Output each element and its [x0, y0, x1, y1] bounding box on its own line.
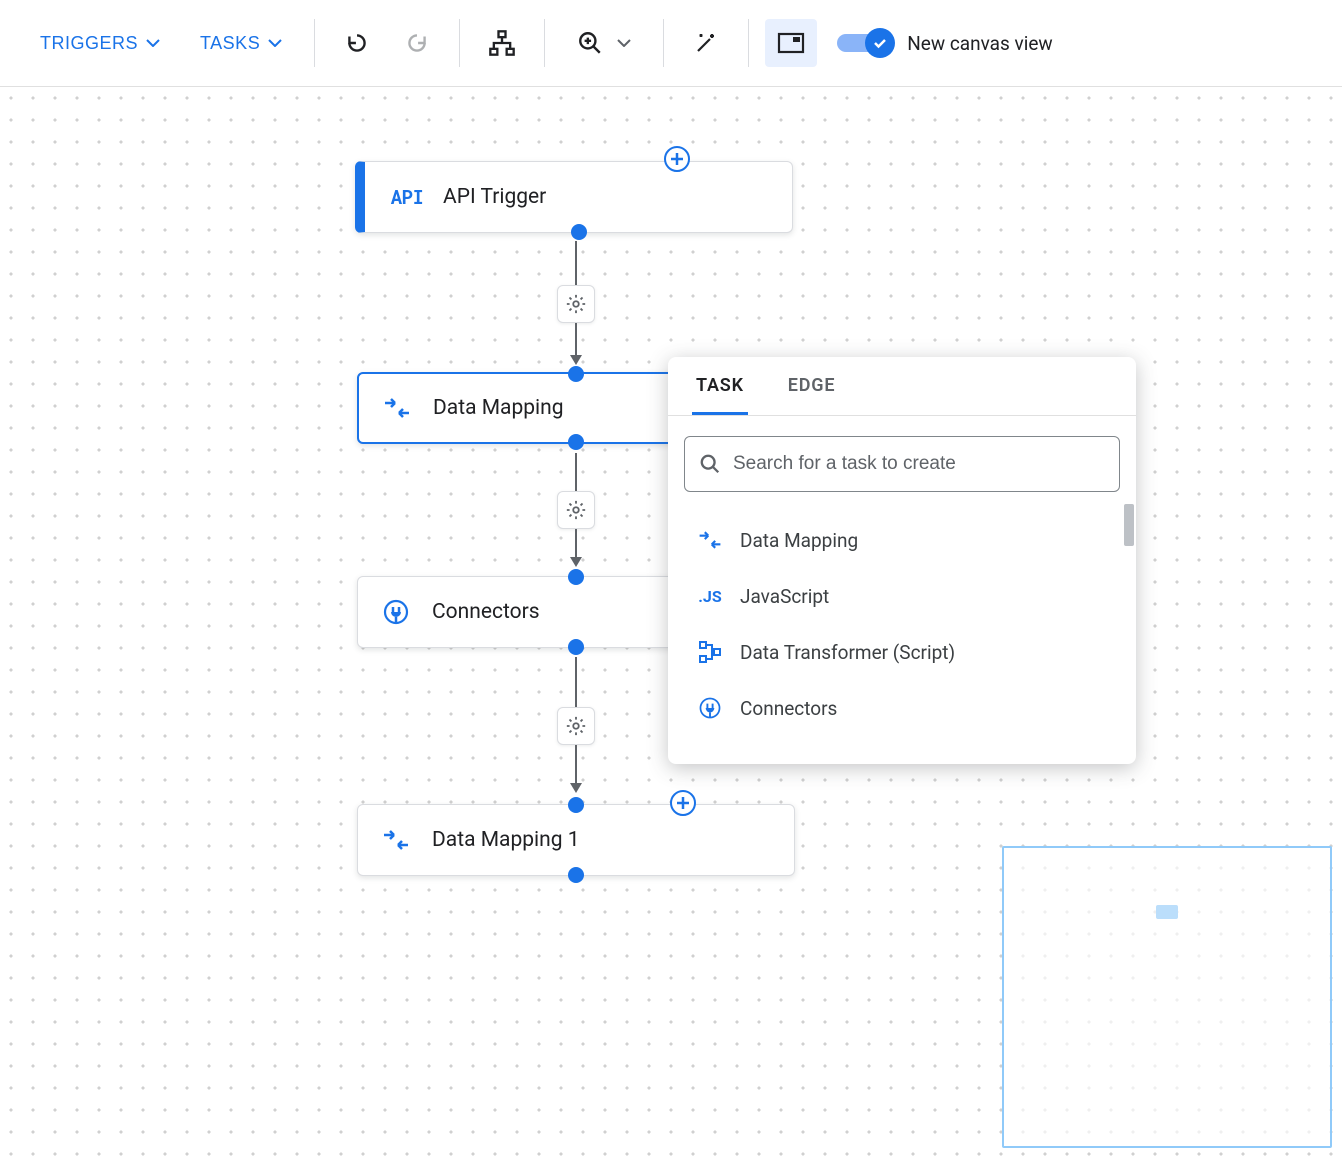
scrollbar[interactable]: [1124, 504, 1134, 546]
add-node-button[interactable]: [664, 146, 690, 172]
edge-settings-button[interactable]: [557, 707, 595, 745]
connectors-icon: [378, 594, 414, 630]
add-task-popup: TASK EDGE Data Mapping: [668, 357, 1136, 764]
edge: [575, 745, 577, 783]
separator: [314, 19, 315, 67]
tasks-dropdown[interactable]: TASKS: [184, 19, 298, 67]
popup-tabs: TASK EDGE: [668, 357, 1136, 416]
triggers-label: TRIGGERS: [40, 33, 138, 54]
node-label: API Trigger: [443, 185, 546, 209]
edge-settings-button[interactable]: [557, 491, 595, 529]
check-icon: [872, 35, 888, 51]
edge: [575, 657, 577, 707]
tasks-label: TASKS: [200, 33, 260, 54]
port-top[interactable]: [568, 366, 584, 382]
port-bottom[interactable]: [568, 639, 584, 655]
separator: [748, 19, 749, 67]
task-item-label: JavaScript: [740, 585, 829, 608]
port-bottom[interactable]: [568, 867, 584, 883]
task-item-data-transformer[interactable]: Data Transformer (Script): [668, 624, 1136, 680]
gear-icon: [565, 293, 587, 315]
data-mapping-icon: [696, 526, 724, 554]
edge-settings-button[interactable]: [557, 285, 595, 323]
toggle-thumb: [865, 28, 895, 58]
separator: [544, 19, 545, 67]
zoom-dropdown[interactable]: [561, 19, 647, 67]
gear-icon: [565, 499, 587, 521]
undo-icon: [344, 30, 370, 56]
node-label: Connectors: [432, 600, 540, 624]
zoom-in-icon: [577, 30, 603, 56]
task-item-label: Data Mapping: [740, 529, 858, 552]
chevron-down-icon: [617, 39, 631, 47]
search-icon: [699, 453, 721, 475]
minimap[interactable]: [1002, 846, 1332, 1148]
canvas[interactable]: API API Trigger Data Mapping: [0, 87, 1342, 1158]
task-item-connectors[interactable]: Connectors: [668, 680, 1136, 736]
edge: [575, 529, 577, 557]
task-list: Data Mapping .JS JavaScript Data Transfo…: [668, 504, 1136, 764]
canvas-view-toggle[interactable]: [837, 28, 895, 58]
tab-edge[interactable]: EDGE: [784, 357, 840, 415]
node-label: Data Mapping 1: [432, 828, 580, 852]
port-top[interactable]: [568, 797, 584, 813]
toggle-label: New canvas view: [907, 32, 1053, 55]
data-mapping-icon: [378, 822, 414, 858]
gear-icon: [565, 715, 587, 737]
separator: [459, 19, 460, 67]
redo-icon: [404, 30, 430, 56]
toolbar: TRIGGERS TASKS: [0, 0, 1342, 87]
layout-button[interactable]: [476, 19, 528, 67]
minimap-node: [1156, 905, 1178, 919]
undo-button[interactable]: [331, 19, 383, 67]
plus-icon: [670, 152, 684, 166]
search-input[interactable]: [733, 453, 1105, 475]
task-item-label: Data Transformer (Script): [740, 641, 955, 664]
panel-icon: [777, 32, 805, 54]
api-icon: API: [389, 179, 425, 215]
arrow-icon: [570, 355, 582, 365]
data-mapping-icon: [379, 390, 415, 426]
port-top[interactable]: [568, 569, 584, 585]
node-label: Data Mapping: [433, 396, 564, 420]
hierarchy-icon: [488, 29, 516, 57]
magic-wand-button[interactable]: [680, 19, 732, 67]
edge: [575, 323, 577, 355]
edge: [575, 241, 577, 285]
triggers-dropdown[interactable]: TRIGGERS: [24, 19, 176, 67]
node-api-trigger[interactable]: API API Trigger: [355, 161, 793, 233]
arrow-icon: [570, 557, 582, 567]
plus-icon: [676, 796, 690, 810]
wand-icon: [694, 31, 718, 55]
separator: [663, 19, 664, 67]
javascript-icon: .JS: [696, 582, 724, 610]
port-bottom[interactable]: [571, 224, 587, 240]
canvas-view-toggle-wrap: New canvas view: [837, 28, 1053, 58]
edge: [575, 453, 577, 491]
task-item-data-mapping[interactable]: Data Mapping: [668, 512, 1136, 568]
chevron-down-icon: [268, 39, 282, 47]
task-item-javascript[interactable]: .JS JavaScript: [668, 568, 1136, 624]
tab-task[interactable]: TASK: [692, 357, 748, 415]
search-box[interactable]: [684, 436, 1120, 492]
add-node-button[interactable]: [670, 790, 696, 816]
port-bottom[interactable]: [568, 434, 584, 450]
node-data-mapping-1[interactable]: Data Mapping 1: [357, 804, 795, 876]
task-item-label: Connectors: [740, 697, 837, 720]
search-wrap: [668, 416, 1136, 504]
connectors-icon: [696, 694, 724, 722]
arrow-icon: [570, 783, 582, 793]
canvas-view-button[interactable]: [765, 19, 817, 67]
chevron-down-icon: [146, 39, 160, 47]
data-transformer-icon: [696, 638, 724, 666]
redo-button[interactable]: [391, 19, 443, 67]
